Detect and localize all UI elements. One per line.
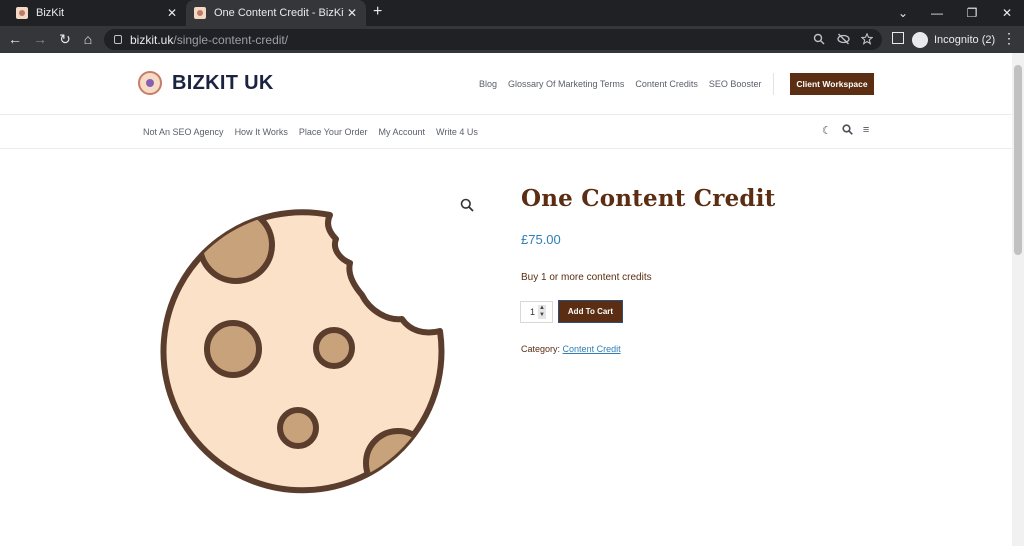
- category-label: Category:: [521, 344, 561, 354]
- site-brand-name: BIZKIT UK: [172, 71, 274, 94]
- quantity-stepper[interactable]: ▲ ▼: [538, 305, 546, 319]
- secondary-navigation: Not An SEO Agency How It Works Place You…: [143, 127, 478, 137]
- web-page: BIZKIT UK Blog Glossary Of Marketing Ter…: [0, 53, 1012, 546]
- incognito-icon: [912, 31, 928, 48]
- forward-button[interactable]: →: [31, 30, 49, 48]
- dark-mode-moon-icon[interactable]: ☾: [822, 124, 832, 138]
- tab-search-icon[interactable]: ⌄: [886, 0, 920, 26]
- home-button[interactable]: ⌂: [79, 30, 97, 48]
- nav-link-write-4-us[interactable]: Write 4 Us: [436, 127, 478, 137]
- nav-link-place-your-order[interactable]: Place Your Order: [299, 127, 368, 137]
- tab-close-icon[interactable]: ✕: [344, 6, 360, 20]
- nav-link-seo-booster[interactable]: SEO Booster: [709, 79, 762, 89]
- bookmark-star-icon[interactable]: [860, 32, 874, 46]
- header-icons: ☾ ≡: [822, 124, 869, 138]
- product-image[interactable]: [140, 183, 480, 503]
- cookie-chip: [313, 327, 355, 369]
- url-host: bizkit.uk: [130, 32, 174, 47]
- restore-button[interactable]: ❐: [955, 0, 989, 26]
- minimize-button[interactable]: —: [920, 0, 954, 26]
- site-favicon-icon: [16, 7, 28, 19]
- tab-title: BizKit: [36, 7, 65, 19]
- side-panel-icon[interactable]: [892, 32, 904, 44]
- incognito-indicator[interactable]: Incognito (2): [912, 29, 995, 50]
- lock-icon: [114, 35, 122, 44]
- nav-divider: [773, 73, 774, 95]
- cookie-chip: [363, 428, 433, 491]
- browser-menu-icon[interactable]: ⋮: [1002, 30, 1016, 47]
- page-scrollbar[interactable]: [1012, 53, 1024, 546]
- nav-link-my-account[interactable]: My Account: [378, 127, 425, 137]
- new-tab-button[interactable]: +: [373, 3, 382, 21]
- nav-link-not-an-seo-agency[interactable]: Not An SEO Agency: [143, 127, 224, 137]
- cookie-illustration: [160, 209, 445, 494]
- product-price: £75.00: [521, 232, 561, 247]
- zoom-icon[interactable]: [812, 32, 826, 46]
- image-zoom-icon[interactable]: [460, 198, 474, 215]
- logo-mark-icon: [138, 71, 162, 95]
- product-description: Buy 1 or more content credits: [521, 272, 652, 283]
- tab-bizkit[interactable]: BizKit ✕: [8, 0, 186, 26]
- close-window-button[interactable]: ✕: [990, 0, 1024, 26]
- tab-close-icon[interactable]: ✕: [164, 6, 180, 20]
- tab-title: One Content Credit - BizKit UK: [214, 7, 344, 19]
- nav-link-glossary[interactable]: Glossary Of Marketing Terms: [508, 79, 624, 89]
- add-to-cart-button[interactable]: Add To Cart: [558, 300, 623, 323]
- reload-button[interactable]: ↻: [56, 30, 74, 48]
- quantity-input[interactable]: 1 ▲ ▼: [520, 301, 553, 323]
- cookie-chip: [204, 320, 262, 378]
- product-category: Category: Content Credit: [521, 344, 621, 354]
- category-link[interactable]: Content Credit: [563, 344, 621, 354]
- site-favicon-icon: [194, 7, 206, 19]
- product-title: One Content Credit: [521, 185, 776, 212]
- browser-tab-strip: BizKit ✕ One Content Credit - BizKit UK …: [0, 0, 1024, 26]
- tracking-eye-off-icon[interactable]: [836, 32, 850, 46]
- url-path: /single-content-credit/: [173, 32, 289, 47]
- hamburger-menu-icon[interactable]: ≡: [863, 124, 869, 138]
- address-bar[interactable]: bizkit.uk /single-content-credit/: [104, 29, 882, 50]
- client-workspace-button[interactable]: Client Workspace: [790, 73, 874, 95]
- back-button[interactable]: ←: [6, 30, 24, 48]
- nav-link-how-it-works[interactable]: How It Works: [235, 127, 288, 137]
- search-icon[interactable]: [842, 124, 853, 138]
- site-header-top: BIZKIT UK Blog Glossary Of Marketing Ter…: [0, 53, 1012, 115]
- nav-link-blog[interactable]: Blog: [479, 79, 497, 89]
- incognito-label: Incognito (2): [934, 33, 996, 46]
- tab-one-content-credit[interactable]: One Content Credit - BizKit UK ✕: [186, 0, 366, 26]
- browser-toolbar: ← → ↻ ⌂ bizkit.uk /single-content-credit…: [0, 26, 1024, 53]
- quantity-value: 1: [530, 307, 536, 317]
- site-header-secondary: Not An SEO Agency How It Works Place You…: [0, 115, 1012, 149]
- cookie-chip: [277, 407, 319, 449]
- nav-link-content-credits[interactable]: Content Credits: [635, 79, 698, 89]
- site-logo[interactable]: BIZKIT UK: [138, 71, 274, 95]
- scrollbar-thumb[interactable]: [1014, 65, 1022, 255]
- top-navigation: Blog Glossary Of Marketing Terms Content…: [479, 79, 761, 89]
